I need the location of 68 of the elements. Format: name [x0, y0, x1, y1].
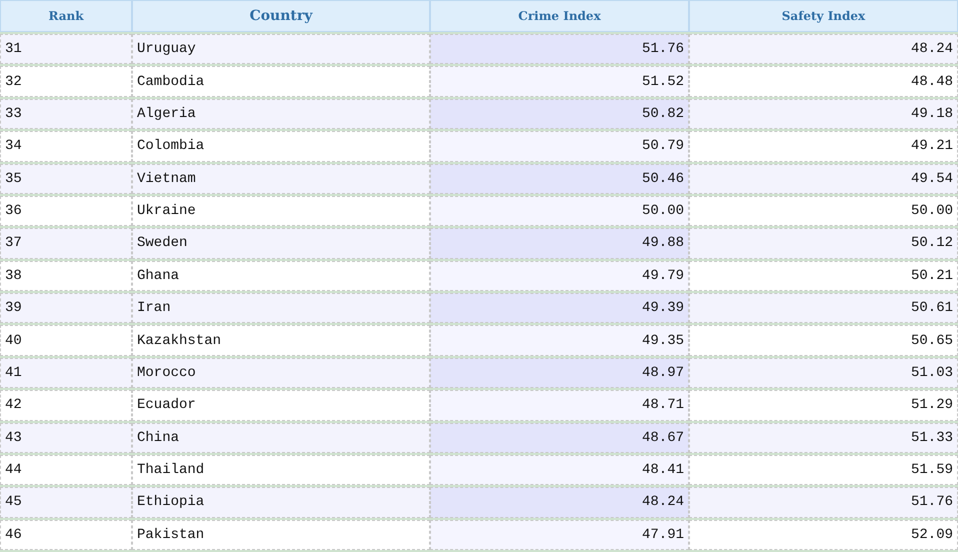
table-cell: 52.09	[689, 520, 958, 550]
table-cell: 47.91	[430, 520, 689, 550]
table-cell: 50.00	[689, 196, 958, 226]
column-header: Crime Index	[430, 0, 689, 32]
table-cell: Kazakhstan	[132, 325, 430, 356]
table-cell: Sweden	[132, 228, 430, 259]
table-cell: 38	[0, 260, 132, 291]
table-cell: Pakistan	[132, 520, 430, 550]
table-cell: 45	[0, 487, 132, 518]
table-cell: 50.82	[430, 98, 689, 130]
table-cell: Algeria	[132, 98, 430, 130]
table-cell: 51.33	[689, 422, 958, 453]
column-header: Safety Index	[689, 0, 958, 32]
table-cell: 46	[0, 520, 132, 550]
table-cell: 35	[0, 164, 132, 194]
table-cell: China	[132, 422, 430, 453]
table-cell: Morocco	[132, 358, 430, 388]
table-cell: Thailand	[132, 454, 430, 486]
table-cell: 51.76	[689, 487, 958, 518]
table-cell: 51.29	[689, 390, 958, 420]
table-cell: Colombia	[132, 131, 430, 162]
table-cell: Ghana	[132, 260, 430, 291]
table-cell: 51.03	[689, 358, 958, 388]
table-cell: 50.65	[689, 325, 958, 356]
table-cell: 48.24	[689, 34, 958, 64]
table-cell: Ethiopia	[132, 487, 430, 518]
table-cell: Ukraine	[132, 196, 430, 226]
column-header: Country	[132, 0, 430, 32]
table-cell: 43	[0, 422, 132, 453]
table-cell: 48.71	[430, 390, 689, 420]
table-cell: 40	[0, 325, 132, 356]
table-cell: 49.21	[689, 131, 958, 162]
table-cell: 48.41	[430, 454, 689, 486]
table-cell: Ecuador	[132, 390, 430, 420]
table-cell: 31	[0, 34, 132, 64]
table-cell: 44	[0, 454, 132, 486]
table-cell: 49.35	[430, 325, 689, 356]
table-cell: Vietnam	[132, 164, 430, 194]
table-cell: 42	[0, 390, 132, 420]
table-cell: 49.88	[430, 228, 689, 259]
table-cell: 49.18	[689, 98, 958, 130]
table-cell: 48.67	[430, 422, 689, 453]
table-cell: Cambodia	[132, 66, 430, 97]
table-cell: 51.59	[689, 454, 958, 486]
table-cell: 49.54	[689, 164, 958, 194]
table-cell: 49.79	[430, 260, 689, 291]
table-cell: 48.24	[430, 487, 689, 518]
table-cell: 37	[0, 228, 132, 259]
column-header: Rank	[0, 0, 132, 32]
table-cell: 50.61	[689, 293, 958, 324]
table-cell: 39	[0, 293, 132, 324]
table-cell: 48.97	[430, 358, 689, 388]
table-cell: Uruguay	[132, 34, 430, 64]
table-cell: 50.46	[430, 164, 689, 194]
table-cell: 49.39	[430, 293, 689, 324]
table-cell: Iran	[132, 293, 430, 324]
table-cell: 34	[0, 131, 132, 162]
table-cell: 50.21	[689, 260, 958, 291]
table-cell: 51.76	[430, 34, 689, 64]
table-cell: 50.79	[430, 131, 689, 162]
table-cell: 33	[0, 98, 132, 130]
table-cell: 50.00	[430, 196, 689, 226]
table-cell: 32	[0, 66, 132, 97]
table-cell: 50.12	[689, 228, 958, 259]
table-cell: 36	[0, 196, 132, 226]
table-cell: 41	[0, 358, 132, 388]
table-cell: 51.52	[430, 66, 689, 97]
table-cell: 48.48	[689, 66, 958, 97]
